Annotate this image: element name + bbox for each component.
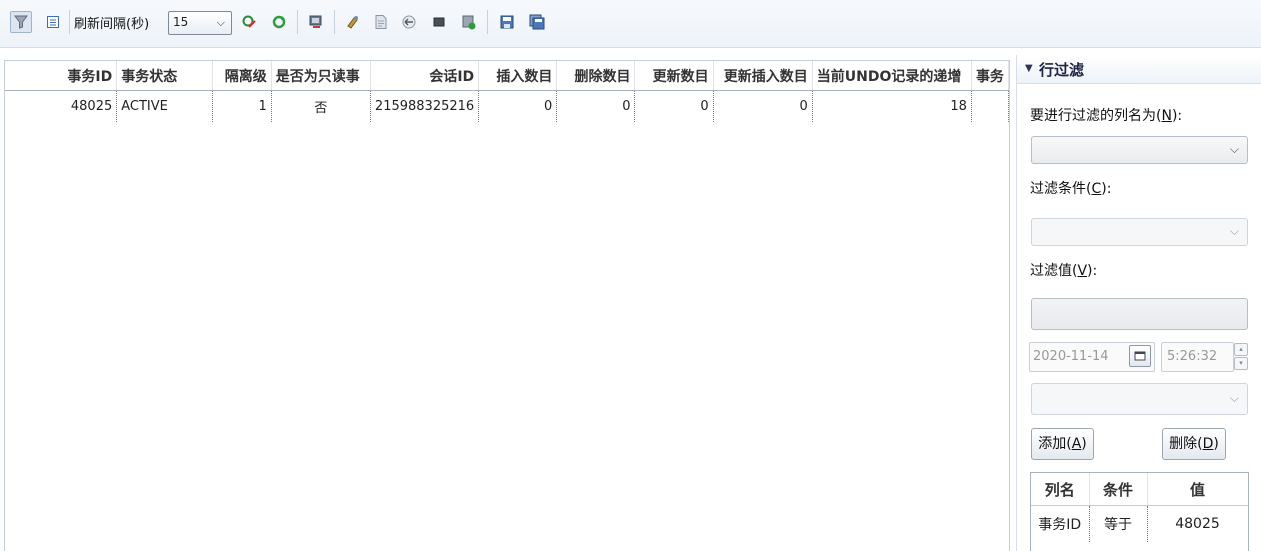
filter-condition-label: 过滤条件(C): (1030, 181, 1112, 197)
cell-read-only: 否 (271, 90, 371, 122)
chevron-down-icon: ⌵ (1229, 391, 1239, 405)
refresh-icon[interactable] (268, 11, 290, 33)
save-as-icon[interactable] (526, 11, 548, 33)
refresh-stop-icon[interactable] (238, 11, 260, 33)
tool-icon[interactable] (342, 11, 364, 33)
cell-transaction-state: ACTIVE (116, 90, 213, 122)
cell-delete-count: 0 (556, 90, 636, 122)
cell-undo-record: 18 (812, 90, 972, 122)
column-header[interactable]: 当前UNDO记录的递增 (812, 61, 972, 91)
toolbar: 刷新间隔(秒) 15 ⌵ (0, 0, 1261, 48)
filter-value-label: 过滤值(V): (1030, 263, 1098, 279)
filter-condition-select[interactable]: ⌵ (1031, 218, 1248, 246)
cell-insert-count: 0 (478, 90, 558, 122)
column-header[interactable]: 事务状态 (116, 61, 213, 91)
stop-icon[interactable] (428, 11, 450, 33)
filter-cell-condition: 等于 (1089, 505, 1148, 542)
column-header[interactable]: 列名 (1031, 473, 1090, 506)
row-filter-title: 行过滤 (1039, 61, 1085, 79)
filter-value-input[interactable] (1031, 298, 1248, 330)
column-header[interactable]: 插入数目 (478, 61, 558, 91)
filter-column-select[interactable]: ⌵ (1031, 136, 1248, 164)
column-header[interactable]: 值 (1147, 473, 1248, 506)
column-header[interactable]: 更新数目 (634, 61, 714, 91)
save-icon[interactable] (496, 11, 518, 33)
row-filter-panel: ▼ 行过滤 要进行过滤的列名为(N): ⌵ 过滤条件(C): ⌵ 过滤值(V):… (1016, 55, 1261, 551)
filter-boolean-select[interactable]: ⌵ (1031, 383, 1248, 415)
add-filter-button[interactable]: 添加(A) (1031, 428, 1094, 460)
cell-transaction-id: 48025 (5, 90, 118, 122)
filter-cell-value: 48025 (1147, 505, 1248, 542)
table-row[interactable]: 48025 ACTIVE 1 否 215988325216 0 0 0 0 18 (5, 90, 1009, 122)
toolbar-separator (297, 10, 298, 34)
spin-down-icon[interactable]: ▾ (1234, 357, 1248, 370)
collapse-triangle-icon[interactable]: ▼ (1025, 63, 1033, 74)
filter-cell-column: 事务ID (1031, 505, 1090, 542)
filter-table-header-row: 列名 条件 值 (1031, 473, 1248, 506)
chevron-down-icon: ⌵ (1229, 142, 1239, 156)
table-header-row: 事务ID 事务状态 隔离级 是否为只读事 会话ID 插入数目 删除数目 更新数目… (5, 61, 1009, 91)
cell-isolation-level: 1 (212, 90, 272, 122)
page-icon[interactable] (370, 11, 392, 33)
calendar-icon[interactable] (1129, 345, 1151, 367)
column-header[interactable]: 条件 (1089, 473, 1148, 506)
refresh-interval-select[interactable]: 15 ⌵ (168, 11, 232, 35)
chevron-down-icon: ⌵ (216, 16, 225, 29)
spin-up-icon[interactable]: ▴ (1234, 343, 1248, 356)
column-header[interactable]: 是否为只读事 (271, 61, 371, 91)
monitor-icon[interactable] (305, 11, 327, 33)
toolbar-separator (334, 10, 335, 34)
chevron-down-icon: ⌵ (1229, 224, 1239, 238)
column-header[interactable]: 删除数目 (556, 61, 636, 91)
refresh-interval-label: 刷新间隔(秒) (74, 17, 150, 32)
toolbar-separator (487, 10, 488, 34)
toolbar-separator (69, 10, 70, 34)
cell-update-count: 0 (634, 90, 714, 122)
filter-time-input[interactable]: 5:26:32 (1161, 342, 1234, 372)
column-header[interactable]: 事务ID (5, 61, 118, 91)
export-icon[interactable] (458, 11, 480, 33)
filter-icon[interactable] (10, 11, 32, 33)
detail-view-icon[interactable] (42, 11, 64, 33)
transaction-table[interactable]: 事务ID 事务状态 隔离级 是否为只读事 会话ID 插入数目 删除数目 更新数目… (4, 60, 1010, 551)
delete-filter-button[interactable]: 删除(D) (1162, 428, 1226, 460)
table-row[interactable]: 事务ID 等于 48025 (1031, 505, 1248, 542)
column-header[interactable]: 事务 (971, 61, 1009, 91)
column-header[interactable]: 更新插入数目 (713, 61, 813, 91)
cell-transaction-extra (971, 90, 1009, 122)
filter-column-label: 要进行过滤的列名为(N): (1030, 108, 1183, 124)
column-header[interactable]: 隔离级 (212, 61, 272, 91)
refresh-interval-value: 15 (173, 15, 189, 29)
cell-session-id: 215988325216 (370, 90, 480, 122)
cell-upsert-count: 0 (713, 90, 813, 122)
back-icon[interactable] (398, 11, 420, 33)
row-filter-header[interactable]: ▼ 行过滤 (1017, 55, 1261, 84)
filter-list-table[interactable]: 列名 条件 值 事务ID 等于 48025 (1030, 472, 1249, 551)
column-header[interactable]: 会话ID (370, 61, 480, 91)
